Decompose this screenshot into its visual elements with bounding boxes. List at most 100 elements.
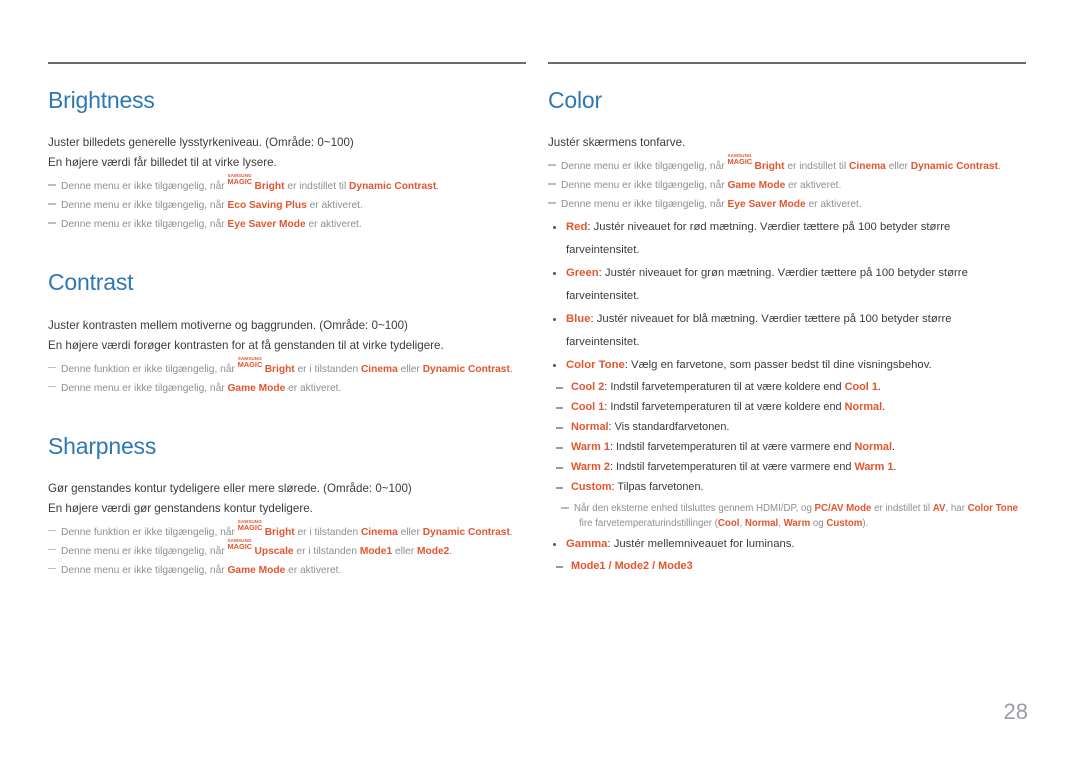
highlighted-term: Eco Saving Plus (227, 200, 307, 212)
text-run: . (892, 441, 896, 454)
highlighted-term: Game Mode (227, 564, 286, 576)
sub-bullet-item: Mode1 / Mode2 / Mode3 (548, 556, 1026, 576)
text-run: Denne menu er ikke tilgængelig, når (61, 382, 228, 394)
highlighted-term: Normal (571, 421, 609, 434)
text-run: og (810, 518, 827, 530)
brightness-notes: Denne menu er ikke tilgængelig, når SAMS… (48, 173, 526, 234)
highlighted-term: Cinema (360, 526, 398, 538)
highlighted-term: AV (932, 503, 946, 515)
text-run: eller (392, 545, 418, 557)
note-line: Denne menu er ikke tilgængelig, når SAMS… (548, 153, 1026, 176)
magic-wordmark: MAGIC (227, 177, 253, 187)
text-run: er aktiveret. (305, 219, 362, 231)
magic-wordmark: MAGIC (237, 359, 263, 369)
sub-bullet-item: Cool 1: Indstil farvetemperaturen til at… (548, 397, 1026, 417)
text-run: . (893, 461, 897, 474)
text-run: Når den eksterne enhed tilsluttes gennem… (574, 503, 815, 515)
text-run: er indstillet til (284, 181, 350, 193)
bullet-item: Gamma: Justér mellemniveauet for luminan… (548, 533, 1026, 556)
text-run: : Indstil farvetemperaturen til at være … (609, 461, 855, 474)
text-run: . (509, 526, 513, 538)
section-title-contrast: Contrast (48, 269, 134, 296)
top-rule-left (48, 62, 526, 64)
text-run: . (436, 181, 440, 193)
text-run: Denne menu er ikke tilgængelig, når (61, 564, 228, 576)
highlighted-term: Blue (566, 313, 591, 326)
highlighted-term: Bright (754, 161, 785, 173)
text-run: Denne menu er ikke tilgængelig, når (561, 180, 728, 192)
samsung-magic-logo: SAMSUNG MAGIC (237, 356, 265, 372)
highlighted-term: Bright (254, 181, 285, 193)
note-line: Denne menu er ikke tilgængelig, når Eye … (48, 215, 526, 234)
text-run: . (509, 363, 513, 375)
text-run: : Indstil farvetemperaturen til at være … (609, 441, 855, 454)
highlighted-term: Normal (844, 401, 883, 414)
highlighted-term: Warm 2 (571, 461, 610, 474)
right-column: Color Justér skærmens tonfarve. Denne me… (548, 62, 1026, 580)
text-run: : Tilpas farvetonen. (611, 481, 704, 494)
highlighted-term: Game Mode (727, 180, 786, 192)
two-column-layout: Brightness Juster billedets generelle ly… (48, 62, 1032, 580)
highlighted-term: Eye Saver Mode (227, 219, 306, 231)
highlighted-term: Red (566, 221, 588, 234)
highlighted-term: Bright (264, 363, 295, 375)
magic-wordmark: MAGIC (237, 522, 263, 532)
highlighted-term: Upscale (254, 545, 294, 557)
highlighted-term: Dynamic Contrast (910, 161, 998, 173)
text-run: . (882, 401, 886, 414)
highlighted-term: Cool (717, 518, 740, 530)
page-number: 28 (1003, 699, 1028, 724)
text-run: er aktiveret. (285, 382, 342, 394)
text-run: Denne funktion er ikke tilgængelig, når (61, 526, 238, 538)
text-run: ). (862, 518, 869, 530)
highlighted-term: Cool 1 (844, 381, 878, 394)
highlighted-term: Dynamic Contrast (422, 363, 510, 375)
text-run: er i tilstanden (293, 545, 360, 557)
text-run: er aktiveret. (306, 200, 363, 212)
text-run: Denne menu er ikke tilgængelig, når (561, 161, 728, 173)
highlighted-term: Dynamic Contrast (349, 181, 437, 193)
body-line: Juster billedets generelle lysstyrkenive… (48, 136, 354, 150)
samsung-magic-logo: SAMSUNG MAGIC (237, 519, 265, 535)
note-line: Denne funktion er ikke tilgængelig, når … (48, 519, 526, 542)
section-title-brightness: Brightness (48, 87, 155, 113)
text-run: : Justér niveauet for grøn mætning. Værd… (566, 267, 968, 303)
brightness-body: Juster billedets generelle lysstyrkenive… (48, 133, 526, 173)
body-line: En højere værdi gør genstandens kontur t… (48, 501, 313, 515)
highlighted-term: Warm 1 (571, 441, 610, 454)
color-body: Justér skærmens tonfarve. (548, 133, 1026, 153)
body-line: Justér skærmens tonfarve. (548, 136, 686, 150)
highlighted-term: Normal (854, 441, 893, 454)
text-run: eller (397, 363, 423, 375)
sub-bullet-item: Cool 2: Indstil farvetemperaturen til at… (548, 377, 1026, 397)
document-page: Brightness Juster billedets generelle ly… (0, 0, 1080, 763)
highlighted-term: Dynamic Contrast (422, 526, 510, 538)
note-line: Denne menu er ikke tilgængelig, når SAMS… (48, 173, 526, 196)
color-notes: Denne menu er ikke tilgængelig, når SAMS… (548, 153, 1026, 214)
bullet-item: Red: Justér niveauet for rød mætning. Væ… (548, 216, 1026, 262)
text-run: er aktiveret. (785, 180, 842, 192)
gamma-bullet-list: Gamma: Justér mellemniveauet for luminan… (548, 533, 1026, 556)
color-bullet-list: Red: Justér niveauet for rød mætning. Væ… (548, 216, 1026, 377)
highlighted-term: Eye Saver Mode (727, 199, 806, 211)
bullet-item: Color Tone: Vælg en farvetone, som passe… (548, 354, 1026, 377)
sharpness-body: Gør genstandes kontur tydeligere eller m… (48, 479, 526, 519)
highlighted-term: Cinema (360, 363, 398, 375)
note-line: Denne menu er ikke tilgængelig, når Game… (48, 379, 526, 398)
samsung-magic-logo: SAMSUNG MAGIC (227, 173, 255, 189)
highlighted-term: Bright (264, 526, 295, 538)
sub-bullet-item: Warm 2: Indstil farvetemperaturen til at… (548, 457, 1026, 477)
magic-wordmark: MAGIC (227, 541, 253, 551)
text-run: : Indstil farvetemperaturen til at være … (604, 401, 845, 414)
text-run: : Indstil farvetemperaturen til at være … (604, 381, 845, 394)
note-continuation: fire farvetemperaturindstillinger (Cool,… (574, 516, 1026, 531)
contrast-body: Juster kontrasten mellem motiverne og ba… (48, 316, 526, 356)
body-line: En højere værdi forøger kontrasten for a… (48, 338, 444, 352)
contrast-notes: Denne funktion er ikke tilgængelig, når … (48, 356, 526, 398)
bullet-item: Blue: Justér niveauet for blå mætning. V… (548, 308, 1026, 354)
highlighted-term: Gamma (566, 538, 608, 551)
text-run: Denne menu er ikke tilgængelig, når (61, 219, 228, 231)
note-line: Denne menu er ikke tilgængelig, når Game… (548, 176, 1026, 195)
text-run: : Vælg en farvetone, som passer bedst ti… (624, 359, 932, 372)
highlighted-term: Warm (783, 518, 811, 530)
